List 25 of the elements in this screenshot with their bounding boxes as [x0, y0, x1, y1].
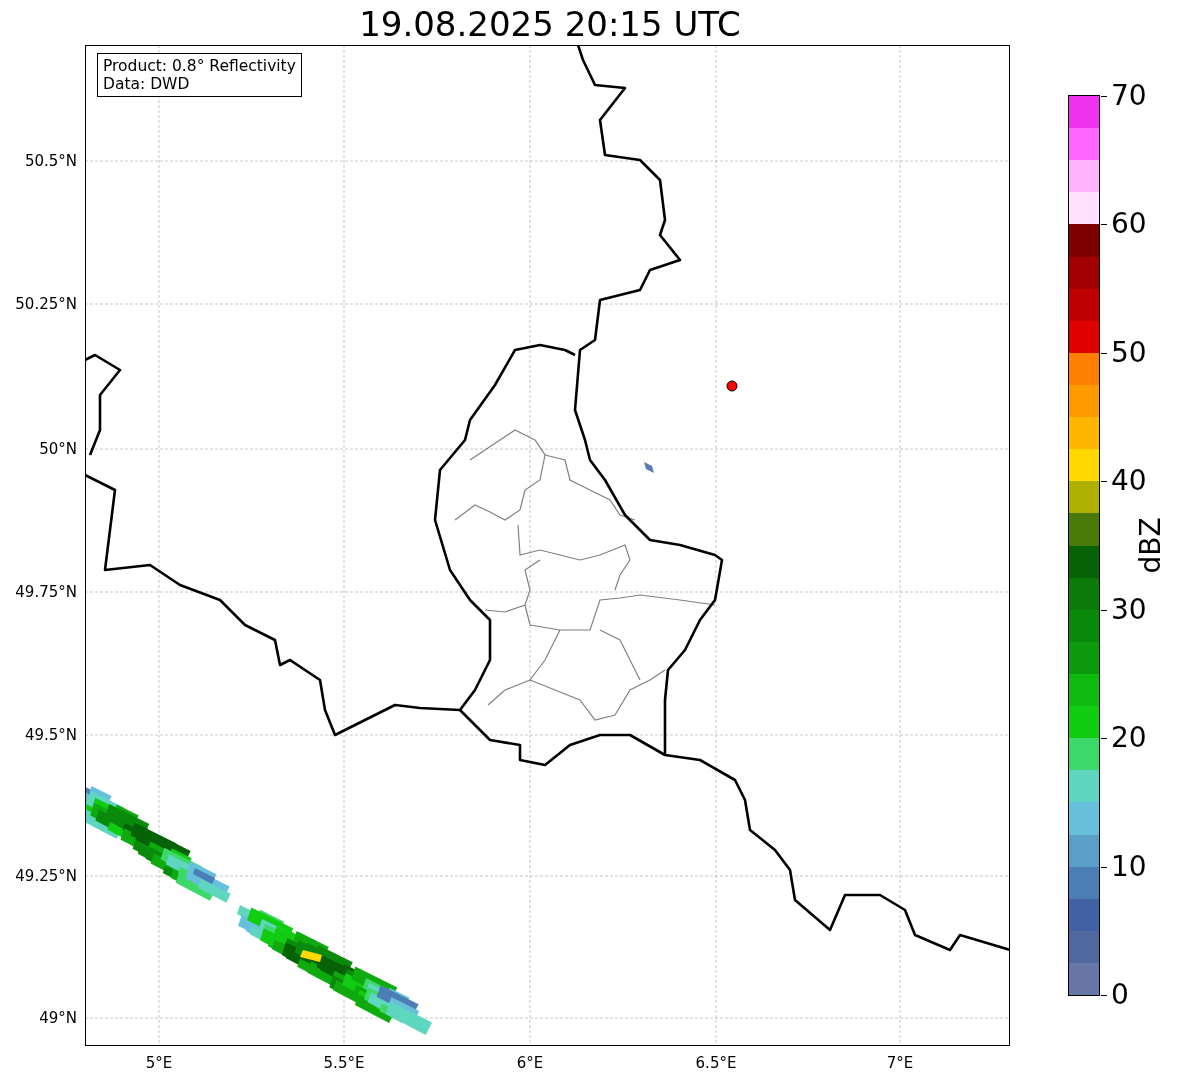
- radar-site-marker: [726, 380, 738, 392]
- colorbar-tick-label: 40: [1101, 466, 1147, 497]
- colorbar-tick-label: 10: [1101, 851, 1147, 882]
- info-text: Data: DWD: [103, 75, 191, 93]
- longitude-label: 6°E: [516, 1054, 544, 1072]
- info-text: Product: 0.8° Reflectivity: [103, 57, 296, 75]
- latitude-label: 49°N: [39, 1009, 77, 1027]
- longitude-label: 7°E: [886, 1054, 914, 1072]
- colorbar-tick-label: 50: [1101, 337, 1147, 368]
- colorbar-tick-label: 20: [1101, 723, 1147, 754]
- longitude-label: 6.5°E: [695, 1054, 737, 1072]
- longitude-label: 5.5°E: [323, 1054, 365, 1072]
- latitude-label: 49.5°N: [24, 726, 77, 744]
- colorbar-tick-label: 30: [1101, 594, 1147, 625]
- latitude-label: 49.25°N: [15, 867, 77, 885]
- latitude-label: 49.75°N: [15, 583, 77, 601]
- colorbar-tick-label: 70: [1101, 81, 1147, 111]
- colorbar-tick-label: 0: [1101, 980, 1129, 1010]
- latitude-label: 50.5°N: [24, 152, 77, 170]
- longitude-label: 5°E: [145, 1054, 173, 1072]
- latitude-label: 50.25°N: [15, 295, 77, 313]
- chart-title: 19.08.2025 20:15 UTC: [358, 3, 742, 45]
- colorbar-title: dBZ: [1133, 517, 1167, 574]
- latitude-label: 50°N: [39, 440, 77, 458]
- colorbar-tick-label: 60: [1101, 209, 1147, 240]
